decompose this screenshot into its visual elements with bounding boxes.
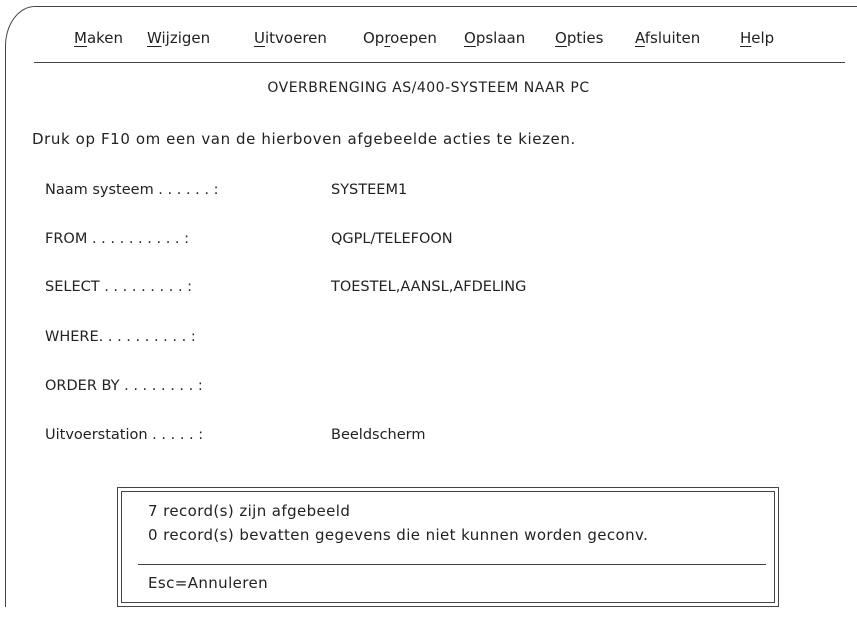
field-label-where: WHERE. . . . . . . . . . : [45,329,196,345]
menu-maken-label: aken [86,29,124,47]
status-dialog: 7 record(s) zijn afgebeeld 0 record(s) b… [117,487,779,607]
menu-opslaan[interactable]: Opslaan [464,29,525,47]
menu-opslaan-mnemonic: O [464,29,476,47]
menu-opties-label: pties [566,29,604,47]
menu-afsluiten-mnemonic: A [635,29,645,47]
field-value-naam-systeem[interactable]: SYSTEEM1 [331,182,407,198]
menu-opties-mnemonic: O [555,29,567,47]
field-value-from[interactable]: QGPL/TELEFOON [331,231,453,247]
screen-frame-corner [5,6,76,607]
field-label-order-by: ORDER BY . . . . . . . . : [45,378,203,394]
dialog-cancel-key[interactable]: Esc=Annuleren [148,574,268,592]
field-label-select: SELECT . . . . . . . . . : [45,279,193,295]
transfer-screen: Maken Wijzigen Uitvoeren Oproepen Opslaa… [0,0,857,621]
menu-uitvoeren[interactable]: Uitvoeren [254,29,327,47]
dialog-records-unconverted: 0 record(s) bevatten gegevens die niet k… [148,526,649,544]
menu-wijzigen-mnemonic: W [147,29,162,47]
menu-help[interactable]: Help [740,29,774,47]
page-title: OVERBRENGING AS/400-SYSTEEM NAAR PC [267,80,590,96]
menu-opslaan-label: pslaan [475,29,526,47]
menu-uitvoeren-label: itvoeren [264,29,327,47]
menu-maken-mnemonic: M [74,29,87,47]
menu-afsluiten-label: fsluiten [644,29,701,47]
dialog-records-shown: 7 record(s) zijn afgebeeld [148,502,351,520]
menu-help-label: elp [751,29,775,47]
menu-oproepen-label: oepen [390,29,437,47]
field-label-uitvoerstation: Uitvoerstation . . . . . : [45,427,204,443]
menu-uitvoeren-mnemonic: U [254,29,265,47]
menu-oproepen-prefix: Op [363,29,385,47]
field-label-naam-systeem: Naam systeem . . . . . . : [45,182,219,198]
menu-wijzigen-label: ijzigen [161,29,211,47]
field-value-uitvoerstation[interactable]: Beeldscherm [331,427,426,443]
menu-divider [34,62,845,63]
menu-afsluiten[interactable]: Afsluiten [635,29,700,47]
menu-wijzigen[interactable]: Wijzigen [147,29,210,47]
menu-maken[interactable]: Maken [74,29,123,47]
instruction-text: Druk op F10 om een van de hierboven afge… [32,130,576,148]
field-label-from: FROM . . . . . . . . . . : [45,231,190,247]
field-value-select[interactable]: TOESTEL,AANSL,AFDELING [331,279,526,295]
dialog-divider [138,564,766,565]
menu-oproepen[interactable]: Oproepen [363,29,437,47]
screen-frame-top [60,6,857,7]
menu-help-mnemonic: H [740,29,752,47]
menu-opties[interactable]: Opties [555,29,603,47]
status-dialog-inner: 7 record(s) zijn afgebeeld 0 record(s) b… [121,491,775,603]
